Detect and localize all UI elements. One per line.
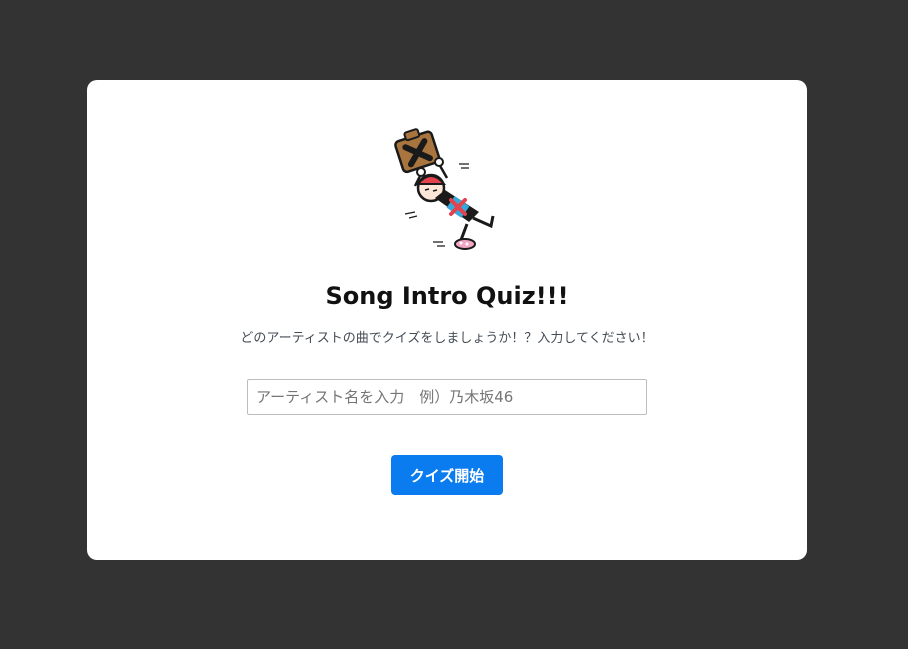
page-title: Song Intro Quiz!!! bbox=[325, 282, 569, 310]
breakdancing-character-icon bbox=[394, 128, 495, 250]
instruction-text: どのアーティストの曲でクイズをしましょうか！？入力してください！ bbox=[240, 331, 654, 346]
start-quiz-button[interactable]: クイズ開始 bbox=[391, 455, 503, 495]
artist-name-input[interactable] bbox=[247, 379, 647, 415]
quiz-card: Song Intro Quiz!!! どのアーティストの曲でクイズをしましょうか… bbox=[87, 80, 807, 560]
